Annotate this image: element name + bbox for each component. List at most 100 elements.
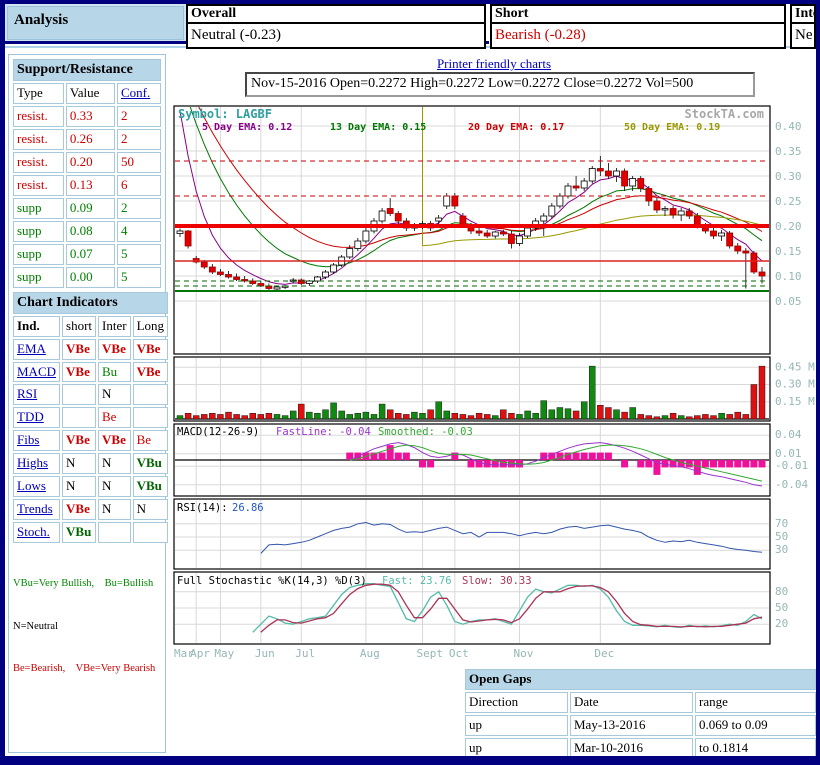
svg-text:StockTA.com: StockTA.com — [685, 107, 764, 121]
svg-text:50: 50 — [775, 601, 788, 614]
chart-indicators-title: Chart Indicators — [13, 292, 168, 314]
sr-row: resist.0.332 — [13, 106, 161, 127]
svg-text:13 Day EMA: 0.15: 13 Day EMA: 0.15 — [330, 122, 426, 133]
indicator-row: HighsNNVBu — [13, 453, 168, 474]
col-date: Date — [570, 692, 693, 713]
inter-value: Ne — [790, 24, 816, 49]
indicator-legend: VBu=Very Bullish, Bu=Bullish N=Neutral B… — [11, 549, 163, 705]
svg-text:0.15 M: 0.15 M — [775, 395, 815, 408]
col-range: range — [695, 692, 816, 713]
svg-text:Slow: 30.33: Slow: 30.33 — [462, 575, 532, 587]
col-ind: Ind. — [13, 316, 60, 337]
indicator-link-rsi[interactable]: RSI — [17, 386, 37, 401]
sr-row: supp0.092 — [13, 198, 161, 219]
open-gaps-panel: Open Gaps Direction Date range upMay-13-… — [463, 667, 818, 757]
col-inter: Inter — [98, 316, 131, 337]
svg-text:May: May — [214, 647, 234, 660]
svg-text:0.20: 0.20 — [775, 220, 802, 233]
indicator-row: TDDBe — [13, 407, 168, 428]
svg-text:5 Day EMA: 0.12: 5 Day EMA: 0.12 — [202, 122, 292, 133]
svg-text:RSI(14):: RSI(14): — [177, 502, 228, 514]
printer-link-row: Printer friendly charts — [172, 56, 816, 72]
gap-row: upMay-13-20160.069 to 0.09 — [465, 715, 816, 736]
short-header: Short — [490, 4, 786, 24]
short-value: Bearish (-0.28) — [490, 24, 786, 49]
svg-text:50: 50 — [775, 530, 788, 543]
col-type: Type — [13, 83, 64, 104]
sr-row: resist.0.262 — [13, 129, 161, 150]
support-resistance-table: Support/Resistance Type Value Conf. resi… — [11, 57, 163, 290]
col-direction: Direction — [465, 692, 568, 713]
svg-text:0.15: 0.15 — [775, 245, 802, 258]
inter-column: Inte Ne — [790, 4, 816, 49]
short-column: Short Bearish (-0.28) — [490, 4, 786, 49]
svg-text:Jun: Jun — [255, 647, 275, 660]
stockta-analysis-page: Analysis Overall Neutral (-0.23) Short B… — [0, 0, 820, 765]
indicator-link-tdd[interactable]: TDD — [17, 409, 44, 424]
indicator-link-fibs[interactable]: Fibs — [17, 432, 39, 447]
svg-text:0.30: 0.30 — [775, 170, 802, 183]
support-resistance-title: Support/Resistance — [13, 59, 161, 81]
svg-text:0.05: 0.05 — [775, 295, 802, 308]
svg-text:20: 20 — [775, 617, 788, 630]
svg-text:26.86: 26.86 — [232, 502, 264, 514]
stock-chart-svg: 0.400.350.300.250.200.150.100.05Symbol: … — [172, 104, 820, 664]
sr-row: supp0.005 — [13, 267, 161, 288]
legend-neutral: N=Neutral — [13, 620, 163, 634]
svg-text:Smoothed: -0.03: Smoothed: -0.03 — [378, 426, 473, 438]
svg-text:Symbol: LAGBF: Symbol: LAGBF — [178, 107, 272, 121]
indicator-link-ema[interactable]: EMA — [17, 341, 46, 356]
conf-link[interactable]: Conf. — [121, 85, 150, 100]
svg-text:FastLine: -0.04: FastLine: -0.04 — [276, 426, 371, 438]
svg-text:0.30 M: 0.30 M — [775, 378, 815, 391]
sr-row: supp0.075 — [13, 244, 161, 265]
svg-text:Aug: Aug — [360, 647, 380, 660]
svg-text:Jul: Jul — [295, 647, 315, 660]
svg-text:-0.01: -0.01 — [775, 459, 808, 472]
quote-field[interactable]: Nov-15-2016 Open=0.2272 High=0.2272 Low=… — [245, 72, 755, 97]
indicator-row: TrendsVBeNN — [13, 499, 168, 520]
indicator-row: Stoch.VBu — [13, 522, 168, 543]
svg-text:Dec: Dec — [594, 647, 614, 660]
col-value: Value — [66, 83, 115, 104]
svg-text:Oct: Oct — [449, 647, 469, 660]
col-long: Long — [133, 316, 168, 337]
open-gaps-title: Open Gaps — [465, 669, 816, 690]
svg-text:0.10: 0.10 — [775, 270, 802, 283]
indicator-link-lows[interactable]: Lows — [17, 478, 46, 493]
svg-text:80: 80 — [775, 585, 788, 598]
legend-bullish: VBu=Very Bullish, Bu=Bullish — [13, 577, 163, 591]
svg-text:-0.04: -0.04 — [775, 478, 808, 491]
analysis-header: Analysis — [5, 4, 186, 42]
indicator-row: LowsNNVBu — [13, 476, 168, 497]
svg-text:Nov: Nov — [514, 647, 534, 660]
open-gaps-table: Open Gaps Direction Date range upMay-13-… — [463, 667, 818, 757]
indicator-link-macd[interactable]: MACD — [17, 364, 56, 379]
indicator-row: MACDVBeBuVBe — [13, 362, 168, 383]
col-conf: Conf. — [117, 83, 161, 104]
overall-value: Neutral (-0.23) — [186, 24, 486, 49]
svg-text:20 Day EMA: 0.17: 20 Day EMA: 0.17 — [468, 122, 564, 133]
col-short: short — [62, 316, 96, 337]
svg-text:0.45 M: 0.45 M — [775, 360, 815, 373]
svg-text:30: 30 — [775, 543, 788, 556]
inter-header: Inte — [790, 4, 816, 24]
indicator-row: EMAVBeVBeVBe — [13, 339, 168, 360]
indicator-row: RSIN — [13, 384, 168, 405]
svg-text:Sept: Sept — [417, 647, 444, 660]
printer-friendly-link[interactable]: Printer friendly charts — [437, 56, 551, 71]
overall-header: Overall — [186, 4, 486, 24]
indicator-link-stoch[interactable]: Stoch. — [17, 524, 50, 539]
sr-row: resist.0.136 — [13, 175, 161, 196]
svg-text:0.01: 0.01 — [775, 447, 802, 460]
legend-bearish: Be=Bearish, VBe=Very Bearish — [13, 662, 163, 676]
indicator-link-highs[interactable]: Highs — [17, 455, 48, 470]
stock-chart: 0.400.350.300.250.200.150.100.05Symbol: … — [172, 104, 820, 664]
indicator-link-trends[interactable]: Trends — [17, 501, 53, 516]
analysis-label: Analysis — [7, 6, 184, 29]
svg-text:Fast: 23.76: Fast: 23.76 — [382, 575, 452, 587]
svg-text:0.35: 0.35 — [775, 145, 802, 158]
svg-text:0.04: 0.04 — [775, 428, 802, 441]
sr-row: resist.0.2050 — [13, 152, 161, 173]
svg-text:MACD(12-26-9): MACD(12-26-9) — [177, 426, 259, 438]
